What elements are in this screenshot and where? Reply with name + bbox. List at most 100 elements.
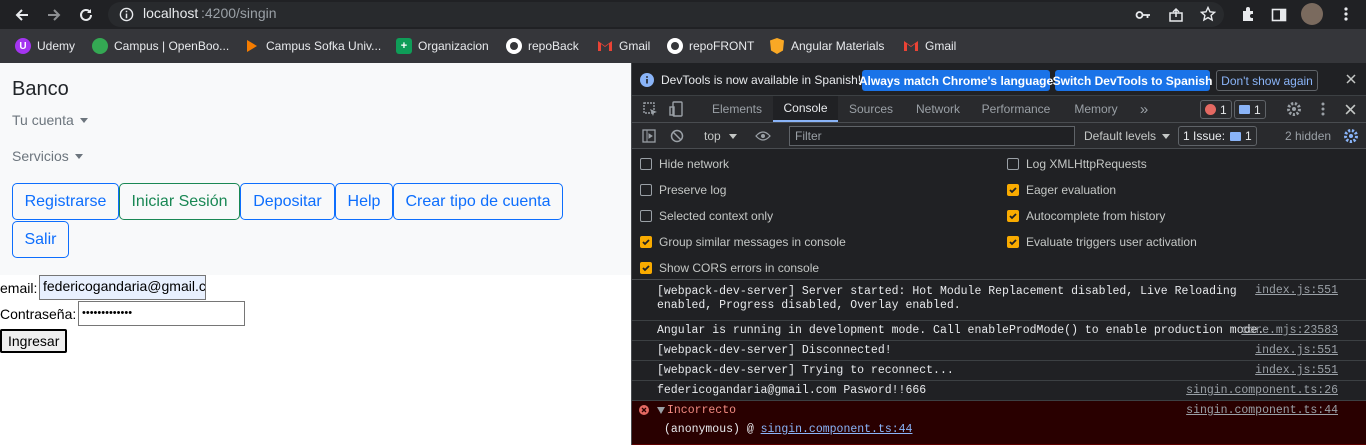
gear-icon[interactable] <box>1286 101 1302 117</box>
close-devtools-icon[interactable] <box>1345 104 1356 115</box>
bookmark-gmail[interactable]: Gmail <box>597 38 650 54</box>
checkbox-checked[interactable] <box>1007 210 1019 222</box>
reload-icon[interactable] <box>78 7 94 23</box>
tab-console[interactable]: Console <box>773 96 838 122</box>
issues-badge[interactable]: 1 Issue: 1 <box>1178 126 1257 146</box>
checkbox[interactable] <box>640 210 652 222</box>
deposit-button[interactable]: Depositar <box>240 183 335 220</box>
checkbox-checked[interactable] <box>640 236 652 248</box>
account-dropdown[interactable]: Tu cuenta <box>12 112 88 128</box>
device-toolbar-icon[interactable] <box>669 101 684 117</box>
extensions-icon[interactable] <box>1240 6 1256 22</box>
bookmark-campus-openbootcamp[interactable]: Campus | OpenBoo... <box>92 38 229 54</box>
setting-show-cors-errors[interactable]: Show CORS errors in console <box>640 261 819 275</box>
setting-evaluate-triggers[interactable]: Evaluate triggers user activation <box>1007 235 1197 249</box>
help-button[interactable]: Help <box>335 183 393 220</box>
submit-button[interactable]: Ingresar <box>0 329 68 353</box>
stack-trace-link[interactable]: singin.component.ts:44 <box>761 423 913 436</box>
navbar-brand[interactable]: Banco <box>12 78 69 101</box>
dont-show-again-button[interactable]: Don't show again <box>1216 70 1318 91</box>
console-error-message: Incorrecto singin.component.ts:44 (anony… <box>632 401 1366 445</box>
message-source-link[interactable]: singin.component.ts:26 <box>1186 384 1338 397</box>
checkbox-checked[interactable] <box>1007 236 1019 248</box>
site-info-icon[interactable] <box>119 7 134 22</box>
clear-console-icon[interactable] <box>670 129 684 143</box>
bookmark-repoback[interactable]: repoBack <box>506 38 579 54</box>
issues-count: 1 <box>1245 129 1252 143</box>
key-icon[interactable] <box>1135 7 1151 23</box>
password-input[interactable]: ••••••••••••• <box>78 301 245 326</box>
bookmark-gmail-2[interactable]: Gmail <box>903 38 956 54</box>
more-tabs-icon[interactable]: » <box>1134 96 1154 122</box>
bookmarks-bar: U Udemy Campus | OpenBoo... Campus Sofka… <box>0 29 1366 63</box>
context-selector[interactable]: top <box>704 129 737 143</box>
expand-triangle-icon[interactable] <box>657 407 665 414</box>
info-icon <box>640 73 654 87</box>
chrome-menu-icon[interactable] <box>1343 6 1349 22</box>
organizacion-icon: + <box>396 38 412 54</box>
checkbox-checked[interactable] <box>1007 184 1019 196</box>
tab-elements[interactable]: Elements <box>702 96 772 122</box>
side-panel-icon[interactable] <box>1271 7 1287 23</box>
error-count-badge[interactable]: 1 <box>1200 100 1232 119</box>
logout-button[interactable]: Salir <box>12 221 69 258</box>
inspect-element-icon[interactable] <box>643 102 658 117</box>
message-count-badge[interactable]: 1 <box>1234 100 1266 119</box>
caret-down-icon <box>74 153 83 159</box>
bookmark-udemy[interactable]: U Udemy <box>15 38 75 54</box>
bookmark-repofront[interactable]: repoFRONT <box>667 38 754 54</box>
checkbox[interactable] <box>640 158 652 170</box>
register-button[interactable]: Registrarse <box>12 183 119 220</box>
log-levels-dropdown[interactable]: Default levels <box>1084 129 1171 143</box>
message-source-link[interactable]: index.js:551 <box>1255 344 1338 357</box>
share-icon[interactable] <box>1168 7 1184 23</box>
checkbox-checked[interactable] <box>640 262 652 274</box>
message-count: 1 <box>1254 102 1261 117</box>
bookmark-campus-sofka[interactable]: Campus Sofka Univ... <box>244 38 381 54</box>
match-language-button[interactable]: Always match Chrome's language <box>859 70 1053 91</box>
message-source-link[interactable]: index.js:551 <box>1255 364 1338 377</box>
bookmark-label: Gmail <box>619 39 651 53</box>
bookmark-organizacion[interactable]: + Organizacion <box>396 38 489 54</box>
message-source-link[interactable]: core.mjs:23583 <box>1241 324 1338 337</box>
setting-preserve-log[interactable]: Preserve log <box>640 183 726 197</box>
close-icon[interactable] <box>1346 74 1356 84</box>
setting-label: Log XMLHttpRequests <box>1026 157 1147 171</box>
filter-input[interactable]: Filter <box>789 126 1075 146</box>
setting-autocomplete-history[interactable]: Autocomplete from history <box>1007 209 1165 223</box>
log-levels-label: Default levels <box>1084 129 1157 143</box>
email-input[interactable]: federicogandaria@gmail.com <box>39 275 206 300</box>
sidebar-toggle-icon[interactable] <box>642 129 656 143</box>
create-account-type-button[interactable]: Crear tipo de cuenta <box>393 183 563 220</box>
checkbox[interactable] <box>640 184 652 196</box>
setting-selected-context-only[interactable]: Selected context only <box>640 209 773 223</box>
password-label: Contraseña: <box>0 306 77 322</box>
console-settings-icon[interactable] <box>1343 128 1359 144</box>
message-source-link[interactable]: index.js:551 <box>1255 284 1338 297</box>
error-count: 1 <box>1220 102 1227 117</box>
setting-log-xhr[interactable]: Log XMLHttpRequests <box>1007 157 1147 171</box>
message-icon <box>1239 105 1250 114</box>
tab-performance[interactable]: Performance <box>973 96 1059 122</box>
setting-eager-evaluation[interactable]: Eager evaluation <box>1007 183 1116 197</box>
profile-avatar[interactable] <box>1301 3 1323 25</box>
bookmark-label: Campus Sofka Univ... <box>266 39 382 53</box>
bookmark-angular-materials[interactable]: Angular Materials <box>769 38 884 54</box>
email-label: email: <box>0 280 38 296</box>
forward-icon[interactable] <box>46 7 62 23</box>
bookmark-label: Gmail <box>925 39 957 53</box>
more-options-icon[interactable] <box>1320 101 1326 117</box>
error-source-link[interactable]: singin.component.ts:44 <box>1186 404 1338 417</box>
bookmark-star-icon[interactable] <box>1200 6 1216 22</box>
services-dropdown[interactable]: Servicios <box>12 148 83 164</box>
switch-language-button[interactable]: Switch DevTools to Spanish <box>1053 70 1212 91</box>
login-button[interactable]: Iniciar Sesión <box>119 183 240 220</box>
setting-hide-network[interactable]: Hide network <box>640 157 729 171</box>
eye-icon[interactable] <box>755 131 771 141</box>
back-icon[interactable] <box>14 7 30 23</box>
checkbox[interactable] <box>1007 158 1019 170</box>
tab-memory[interactable]: Memory <box>1060 96 1132 122</box>
tab-sources[interactable]: Sources <box>839 96 903 122</box>
tab-network[interactable]: Network <box>904 96 972 122</box>
setting-group-similar[interactable]: Group similar messages in console <box>640 235 846 249</box>
